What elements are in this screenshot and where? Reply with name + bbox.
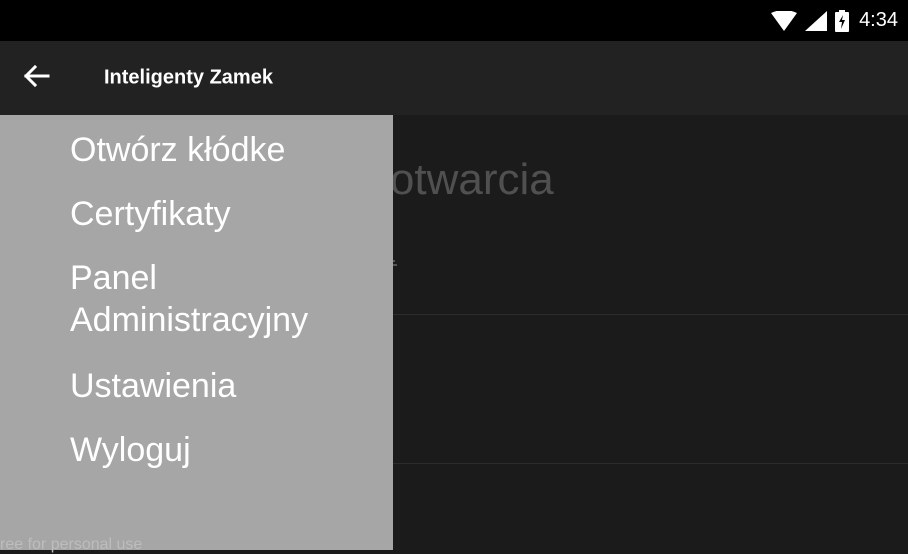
drawer-item-open-lock[interactable]: Otwórz kłódke <box>70 129 285 171</box>
drawer-item-admin-panel-line2: Administracyjny <box>70 301 309 339</box>
status-time: 4:34 <box>859 9 898 31</box>
drawer-item-admin-panel[interactable]: Panel Administracyjny <box>70 257 308 341</box>
watermark-text: ree for personal use <box>0 536 143 553</box>
battery-charging-icon <box>835 9 850 32</box>
signal-icon <box>805 10 828 31</box>
drawer-item-certificates[interactable]: Certyfikaty <box>70 193 231 235</box>
drawer-item-logout[interactable]: Wyloguj <box>70 429 191 471</box>
app-title: Inteligenty Zamek <box>104 66 273 89</box>
navigation-drawer: Otwórz kłódke Certyfikaty Panel Administ… <box>0 115 393 553</box>
wifi-icon <box>771 10 798 31</box>
arrow-back-icon <box>22 64 50 93</box>
drawer-item-settings[interactable]: Ustawienia <box>70 365 236 407</box>
status-bar: 4:34 <box>0 0 908 41</box>
back-button[interactable] <box>18 60 54 96</box>
drawer-item-admin-panel-line1: Panel <box>70 259 157 297</box>
app-bar: Inteligenty Zamek <box>0 41 908 115</box>
